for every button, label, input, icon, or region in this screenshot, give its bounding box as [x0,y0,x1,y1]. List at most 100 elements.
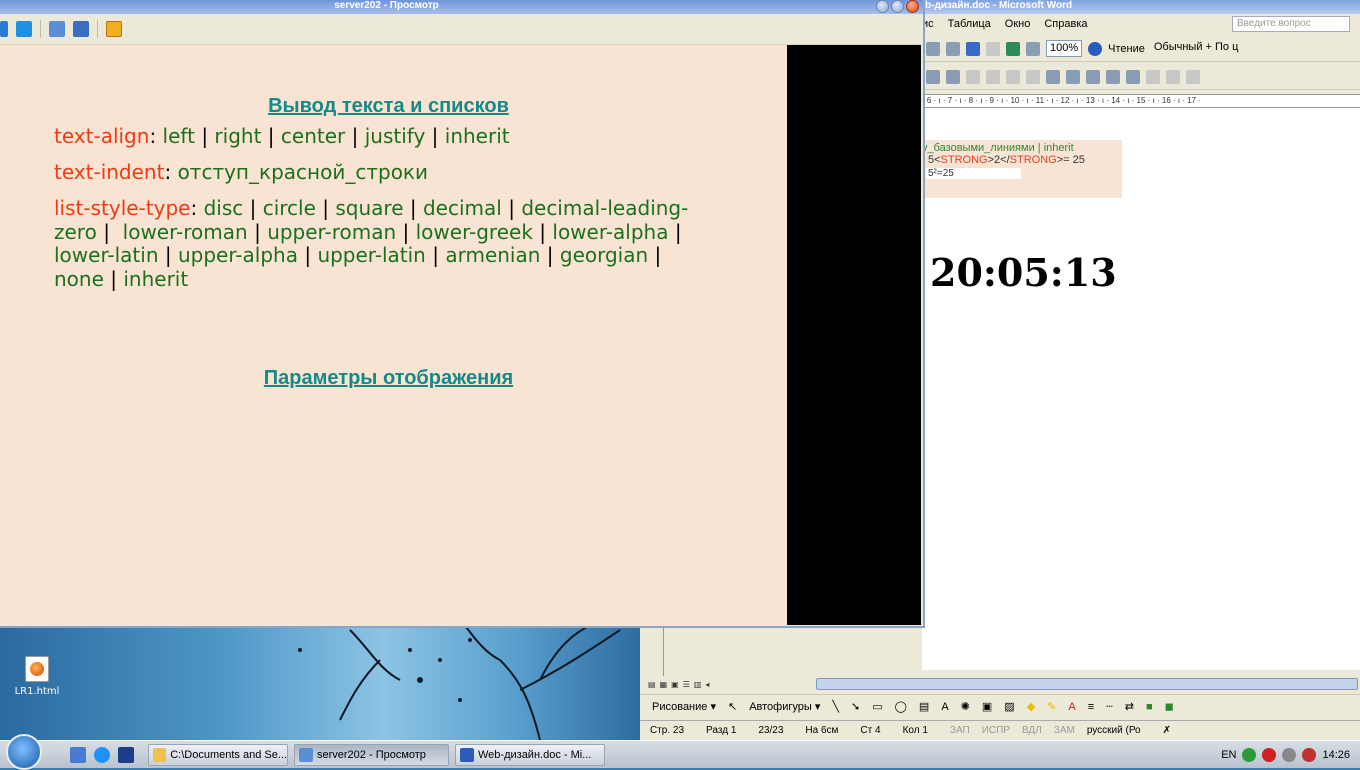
desktop-icon-label: LR1.html [14,686,60,697]
scrollbar-thumb[interactable] [816,678,1358,690]
horizontal-scrollbar[interactable]: ▤ ▦ ▣ ☰ ▥ ◂ [640,676,1360,692]
arrow-icon[interactable]: ➘ [851,700,860,713]
line-style-icon[interactable] [1086,69,1100,84]
line-color-icon[interactable]: ✎ [1047,700,1056,713]
security-icon[interactable] [1302,747,1317,762]
media-player-icon[interactable] [118,746,134,763]
status-ext[interactable]: ВДЛ [1022,725,1042,736]
back-icon[interactable] [0,21,8,37]
diagram-icon[interactable]: ✺ [961,700,970,713]
clock[interactable]: 14:26 [1322,749,1350,761]
fill-color-icon[interactable]: ◆ [1027,700,1035,713]
task-explorer[interactable]: C:\Documents and Se... [148,743,288,766]
status-trk[interactable]: ИСПР [982,725,1010,736]
tools-icon[interactable] [73,21,89,37]
hyperlink-icon[interactable] [1006,41,1020,56]
close-button[interactable] [906,0,919,13]
ie-icon[interactable] [94,746,110,763]
vertical-ruler [640,626,664,676]
copy-icon[interactable] [49,21,65,37]
web-view-icon[interactable]: ▦ [660,680,668,689]
toolbar-icon-2[interactable] [946,69,960,84]
toolbar-icon-5[interactable] [1006,69,1020,84]
question-input[interactable]: Введите вопрос [1232,16,1350,32]
status-line: Ст 4 [860,725,881,736]
outline-view-icon[interactable]: ☰ [683,680,690,689]
line-style-icon[interactable]: ≡ [1088,701,1094,713]
reading-view-icon[interactable]: ▥ [694,680,702,689]
task-word[interactable]: Web-дизайн.doc - Mi... [455,743,605,766]
picture-icon[interactable]: ▨ [1004,700,1014,713]
drawing-menu-button[interactable]: Рисование ▾ [652,700,716,713]
help-icon[interactable] [1088,41,1103,56]
heading-display-params[interactable]: Параметры отображения [0,367,777,390]
redo-icon[interactable] [986,41,1000,56]
window-controls [876,0,919,13]
show-desktop-icon[interactable] [70,746,86,763]
spelling-icon[interactable]: ✗ [1163,725,1171,736]
arrow-style-icon[interactable]: ⇄ [1125,700,1134,713]
font-color-icon[interactable]: A [1068,701,1075,713]
minimize-button[interactable] [876,0,889,13]
line-icon[interactable]: ╲ [832,700,839,713]
start-button[interactable] [0,733,48,770]
status-ovr[interactable]: ЗАМ [1054,725,1075,736]
style-select[interactable]: Обычный + По ц [1151,40,1242,57]
stop-icon[interactable] [106,21,122,37]
paste-icon[interactable] [926,41,940,56]
desktop-icon-lr1[interactable]: LR1.html [14,656,60,697]
toolbar-icon-8[interactable] [1066,69,1080,84]
word-standard-toolbar: 100% Чтение Обычный + По ц [922,36,1360,62]
autoshapes-menu-button[interactable]: Автофигуры ▾ [749,700,820,713]
snippet-line-2: 5<STRONG>2</STRONG>= 25 [928,154,1085,166]
prop-text-align: text-align: left | right | center | just… [54,124,510,148]
toolbar-icon-11[interactable] [1186,69,1200,84]
maximize-button[interactable] [891,0,904,13]
compress-icon[interactable] [1126,69,1140,84]
menu-item-help[interactable]: Справка [1044,18,1087,30]
scroll-left-icon[interactable]: ◂ [705,680,709,689]
table-icon[interactable] [1026,41,1040,56]
toolbar-icon-9[interactable] [1146,69,1160,84]
snippet-line-1: у_базовыми_линиями | inherit [922,142,1074,154]
toolbar-icon-6[interactable] [1026,69,1040,84]
task-preview[interactable]: server202 - Просмотр [294,743,449,766]
oval-icon[interactable]: ◯ [895,700,907,713]
undo-icon[interactable] [966,41,980,56]
shadow-icon[interactable]: ■ [1146,701,1153,713]
refresh-icon[interactable] [16,21,32,37]
antivirus-icon[interactable] [1262,747,1277,762]
clipart-icon[interactable]: ▣ [982,700,992,713]
status-language: русский (Ро [1086,725,1141,736]
network-icon[interactable] [1242,747,1257,762]
toolbar-icon-10[interactable] [1166,69,1180,84]
toolbar-icon-3[interactable] [966,69,980,84]
language-indicator[interactable]: EN [1221,749,1236,761]
textbox-icon[interactable]: ▤ [919,700,929,713]
word-icon [460,747,474,762]
volume-icon[interactable] [1282,747,1297,762]
status-rec[interactable]: ЗАП [950,725,970,736]
toolbar-separator [97,20,98,38]
preview-title-bar[interactable]: server202 - Просмотр [0,0,923,14]
print-view-icon[interactable]: ▣ [671,680,679,689]
toolbar-icon-7[interactable] [1046,69,1060,84]
dash-style-icon[interactable]: ┄ [1106,700,1113,713]
menu-item-table[interactable]: Таблица [948,18,991,30]
menu-item-window[interactable]: Окно [1005,18,1031,30]
preview-toolbar [0,14,923,45]
select-objects-icon[interactable]: ↖ [728,700,737,713]
heading-text-lists[interactable]: Вывод текста и списков [0,95,777,118]
wordart-icon[interactable]: A [941,701,948,713]
reading-button[interactable]: Чтение [1108,43,1145,55]
status-col: Кол 1 [902,725,928,736]
format-painter-icon[interactable] [946,41,960,56]
crop-icon[interactable] [1106,69,1120,84]
toolbar-icon-1[interactable] [926,69,940,84]
rectangle-icon[interactable]: ▭ [872,700,882,713]
document-snippet: у_базовыми_линиями | inherit 5<STRONG>2<… [922,140,1122,198]
toolbar-icon-4[interactable] [986,69,1000,84]
zoom-select[interactable]: 100% [1046,40,1083,57]
normal-view-icon[interactable]: ▤ [648,680,656,689]
3d-icon[interactable]: ◼ [1165,700,1174,713]
